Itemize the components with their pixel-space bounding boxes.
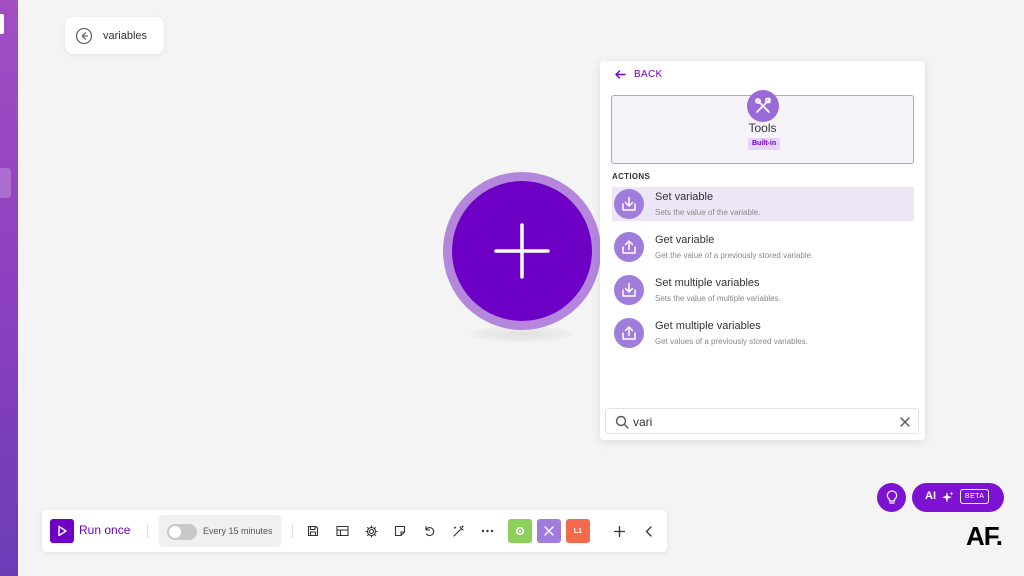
built-in-badge: Built-in: [748, 138, 781, 150]
tools-icon: [747, 90, 779, 122]
tools-icon: [544, 526, 554, 536]
close-icon[interactable]: [899, 416, 911, 428]
download-tray-icon: [614, 189, 644, 219]
action-subtitle: Sets the value of multiple variables.: [655, 294, 781, 303]
arrow-left-icon: [615, 69, 626, 79]
plus-icon: [494, 223, 550, 279]
note-icon: [394, 525, 406, 537]
more-button[interactable]: [476, 520, 498, 542]
module-picker-panel: BACK Tools Built-in ACTIONS Set variable…: [600, 61, 925, 440]
ai-assistant-button[interactable]: AI BETA: [912, 483, 1004, 512]
sparkle-icon: [942, 491, 954, 503]
action-subtitle: Get values of a previously stored variab…: [655, 337, 808, 346]
action-subtitle: Get the value of a previously stored var…: [655, 251, 814, 260]
beta-badge: BETA: [960, 489, 990, 504]
actions-section-label: ACTIONS: [612, 172, 651, 181]
more-icon: [481, 529, 493, 533]
action-title: Set multiple variables: [655, 277, 760, 289]
module-search: [605, 408, 919, 434]
action-set-variable[interactable]: Set variable Sets the value of the varia…: [612, 187, 914, 221]
save-icon: [307, 525, 319, 537]
gear-icon: [364, 524, 378, 538]
sidebar-notch: [0, 14, 4, 34]
ai-label: AI: [925, 490, 936, 502]
controls-button[interactable]: [331, 520, 353, 542]
schedule-toggle[interactable]: [167, 524, 197, 540]
action-title: Get variable: [655, 234, 715, 246]
chip-label: variables: [103, 29, 148, 42]
table-icon: [335, 525, 349, 537]
settings-button[interactable]: [360, 520, 382, 542]
play-icon: [58, 525, 67, 537]
plus-icon: [613, 525, 625, 537]
gear-icon: [515, 526, 525, 536]
upload-tray-icon: [614, 232, 644, 262]
module-label: L1: [573, 527, 583, 535]
lightbulb-icon: [886, 490, 897, 504]
app-name: Tools: [748, 121, 777, 135]
save-button[interactable]: [302, 520, 324, 542]
schedule-control: Every 15 minutes: [159, 515, 281, 547]
undo-icon: [425, 525, 435, 537]
back-button[interactable]: BACK: [615, 67, 662, 81]
back-label: BACK: [634, 68, 663, 80]
search-input[interactable]: [633, 412, 893, 432]
action-subtitle: Sets the value of the variable.: [655, 208, 761, 217]
watermark-logo: AF.: [966, 521, 1003, 551]
toggle-knob: [169, 526, 181, 538]
action-title: Set variable: [655, 191, 714, 203]
app-card-tools[interactable]: Tools Built-in: [611, 90, 914, 164]
action-get-variable[interactable]: Get variable Get the value of a previous…: [612, 230, 914, 264]
left-sidebar: [0, 0, 18, 576]
module-text-parser[interactable]: L1: [566, 519, 590, 543]
notes-button[interactable]: [389, 520, 411, 542]
search-icon: [615, 415, 629, 429]
auto-align-button[interactable]: [447, 520, 469, 542]
chevron-left-icon: [645, 525, 652, 537]
scenario-toolbar: Run once Every 15 minutes L1: [42, 510, 667, 552]
collapse-toolbar-button[interactable]: [637, 520, 659, 542]
undo-button[interactable]: [418, 520, 440, 542]
scenario-search-chip[interactable]: variables: [65, 17, 164, 54]
run-once-button[interactable]: [50, 519, 74, 543]
tips-button[interactable]: [877, 483, 906, 512]
module-tools[interactable]: [537, 519, 561, 543]
schedule-label[interactable]: Every 15 minutes: [203, 526, 273, 536]
magic-wand-icon: [452, 524, 464, 537]
action-set-multiple-variables[interactable]: Set multiple variables Sets the value of…: [612, 273, 914, 307]
download-tray-icon: [614, 275, 644, 305]
run-once-label[interactable]: Run once: [79, 523, 130, 537]
add-module-button[interactable]: [452, 181, 592, 321]
action-title: Get multiple variables: [655, 320, 761, 332]
arrow-left-circle-icon: [75, 27, 93, 44]
module-flow-control[interactable]: [508, 519, 532, 543]
toolbar-divider: [292, 524, 293, 538]
upload-tray-icon: [614, 318, 644, 348]
action-get-multiple-variables[interactable]: Get multiple variables Get values of a p…: [612, 316, 914, 350]
sidebar-tab[interactable]: [0, 168, 11, 198]
toolbar-divider: [147, 524, 148, 538]
add-module-toolbar-button[interactable]: [608, 520, 630, 542]
